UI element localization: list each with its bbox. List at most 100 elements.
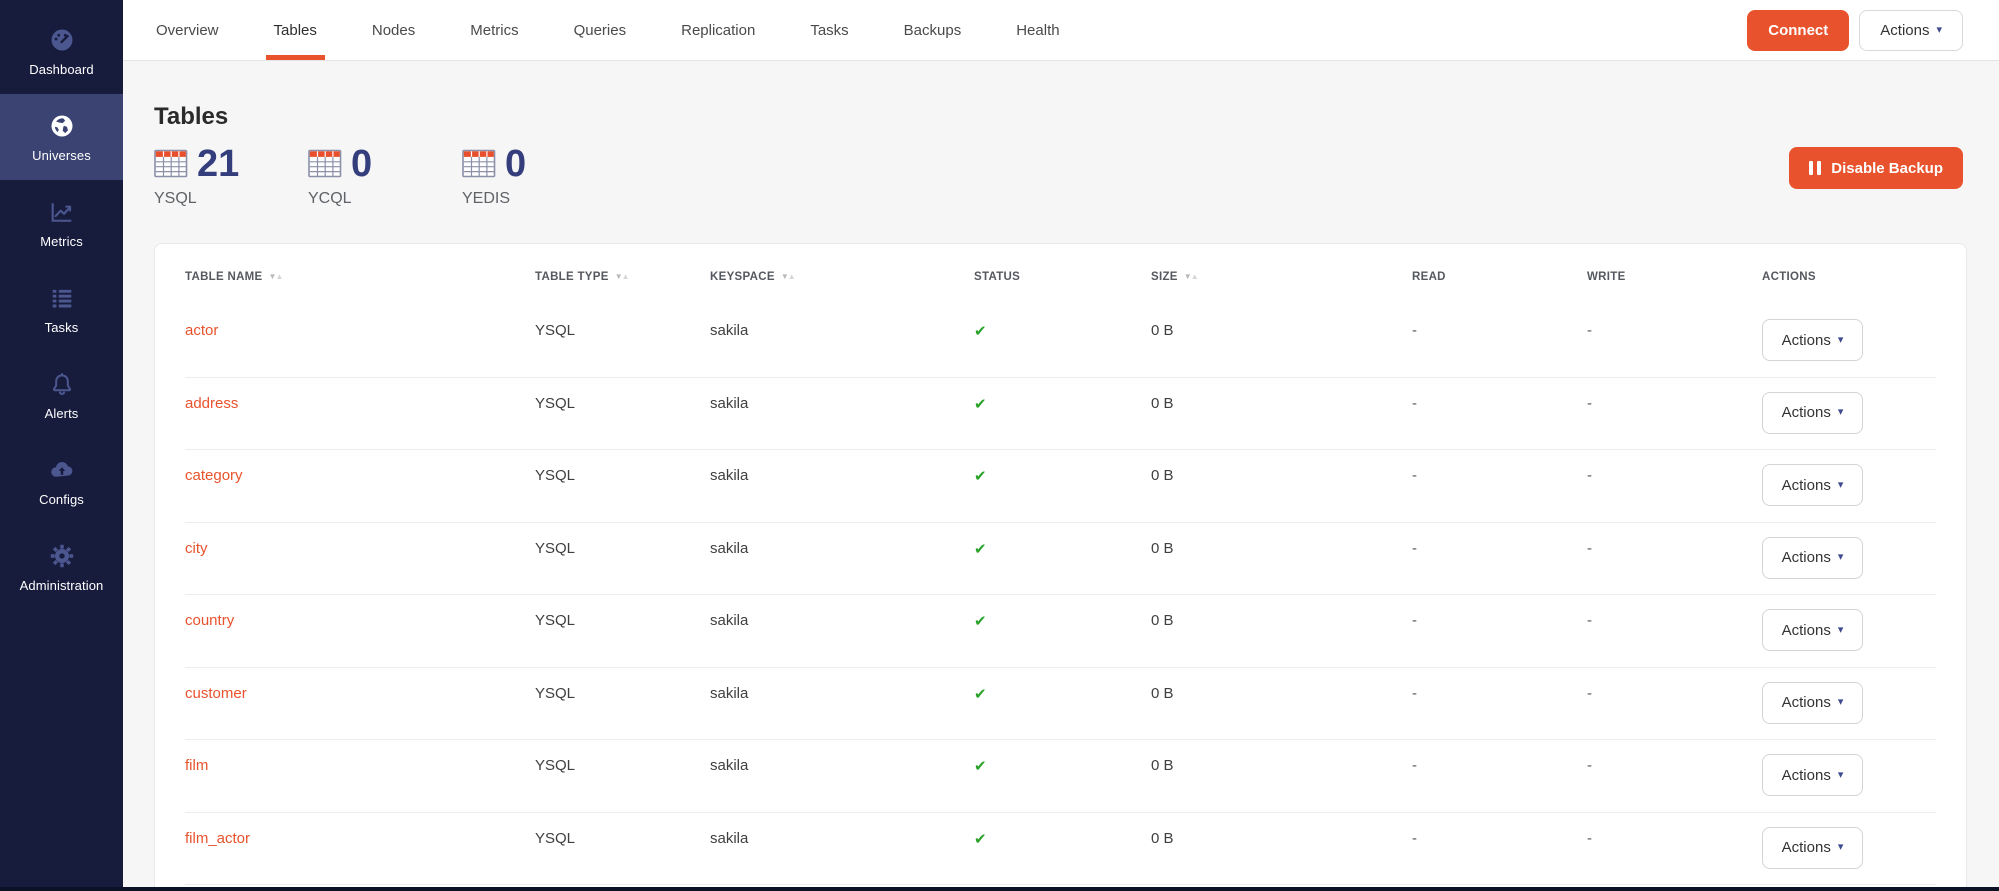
row-actions-button[interactable]: Actions ▾ (1762, 392, 1863, 434)
stat-label: YCQL (308, 190, 416, 208)
table-name-link[interactable]: category (185, 467, 243, 484)
col-header-table-name[interactable]: TABLE NAME▼▲ (185, 244, 535, 305)
stat-count: 21 (197, 145, 239, 183)
caret-down-icon: ▾ (1838, 552, 1844, 563)
status-success-icon: ✔ (974, 468, 987, 485)
keyspace-cell: sakila (710, 450, 974, 522)
tab-metrics[interactable]: Metrics (470, 0, 518, 60)
sidebar-item-label: Universes (32, 148, 91, 163)
page-title: Tables (154, 103, 228, 131)
column-label: KEYSPACE (710, 271, 775, 283)
status-success-icon: ✔ (974, 323, 987, 340)
table-name-link[interactable]: film (185, 757, 208, 774)
status-success-icon: ✔ (974, 541, 987, 558)
tab-backups[interactable]: Backups (904, 0, 962, 60)
sidebar-item-universes[interactable]: Universes (0, 94, 123, 180)
table-name-link[interactable]: customer (185, 685, 247, 702)
sort-arrows-icon: ▼▲ (615, 272, 629, 281)
row-actions-button[interactable]: Actions▾ (1762, 609, 1863, 651)
table-type-cell: YSQL (535, 305, 710, 377)
tab-nodes[interactable]: Nodes (372, 0, 415, 60)
stat-count: 0 (351, 145, 372, 183)
table-header-row: TABLE NAME▼▲ TABLE TYPE▼▲ KEYSPACE▼▲ STA… (185, 244, 1936, 305)
bottom-edge-bar (0, 887, 1999, 891)
table-type-cell: YSQL (535, 740, 710, 812)
table-count-stats: 21 YSQL 0 YCQL 0 (154, 145, 570, 208)
table-row: country YSQL sakila ✔ 0 B - - Actions▾ (185, 595, 1936, 668)
keyspace-cell: sakila (710, 305, 974, 377)
sidebar-item-dashboard[interactable]: Dashboard (0, 8, 123, 94)
table-type-cell: YSQL (535, 450, 710, 522)
column-label: TABLE NAME (185, 271, 263, 283)
tab-label: Queries (574, 22, 627, 39)
table-body: actor YSQL sakila ✔ 0 B - - Actions ▾ add… (185, 305, 1936, 885)
row-actions-button[interactable]: Actions▾ (1762, 827, 1863, 869)
administration-icon (47, 541, 77, 571)
sidebar-item-metrics[interactable]: Metrics (0, 180, 123, 266)
write-cell: - (1587, 450, 1762, 522)
write-cell: - (1587, 378, 1762, 450)
tab-tables[interactable]: Tables (274, 0, 317, 60)
sidebar-item-tasks[interactable]: Tasks (0, 266, 123, 352)
table-name-link[interactable]: film_actor (185, 830, 250, 847)
sort-arrows-icon: ▼▲ (781, 272, 795, 281)
actions-dropdown-button[interactable]: Actions▾ (1859, 10, 1963, 51)
row-actions-button[interactable]: Actions▾ (1762, 682, 1863, 724)
tab-queries[interactable]: Queries (574, 0, 627, 60)
size-cell: 0 B (1151, 450, 1412, 522)
row-actions-label: Actions (1782, 694, 1831, 711)
tab-overview[interactable]: Overview (156, 0, 219, 60)
tab-label: Tables (274, 22, 317, 39)
disable-backup-button[interactable]: Disable Backup (1789, 147, 1963, 189)
table-type-cell: YSQL (535, 595, 710, 667)
tab-label: Metrics (470, 22, 518, 39)
row-actions-label: Actions (1782, 839, 1831, 856)
col-header-keyspace[interactable]: KEYSPACE ▼▲ (710, 244, 974, 305)
table-type-cell: YSQL (535, 813, 710, 885)
sidebar-item-label: Alerts (45, 406, 79, 421)
tab-tasks[interactable]: Tasks (810, 0, 848, 60)
row-actions-button[interactable]: Actions▾ (1762, 319, 1863, 361)
sidebar-item-configs[interactable]: Configs (0, 438, 123, 524)
stat-label: YEDIS (462, 190, 570, 208)
caret-down-icon: ▾ (1838, 770, 1844, 781)
size-cell: 0 B (1151, 378, 1412, 450)
row-actions-label: Actions (1782, 622, 1831, 639)
sidebar-item-label: Tasks (45, 320, 79, 335)
col-header-actions: ACTIONS▼▲ (1762, 244, 1936, 305)
row-actions-label: Actions (1782, 404, 1831, 421)
sidebar-item-administration[interactable]: Administration (0, 524, 123, 610)
table-row: address YSQL sakila ✔ 0 B - - Actions▾ (185, 378, 1936, 451)
write-cell: - (1587, 668, 1762, 740)
size-cell: 0 B (1151, 813, 1412, 885)
size-cell: 0 B (1151, 668, 1412, 740)
alerts-icon (47, 369, 77, 399)
write-cell: - (1587, 595, 1762, 667)
sidebar-item-label: Metrics (40, 234, 83, 249)
table-name-link[interactable]: country (185, 612, 234, 629)
caret-down-icon: ▾ (1838, 407, 1844, 418)
table-name-link[interactable]: city (185, 540, 208, 557)
row-actions-label: Actions (1782, 332, 1831, 349)
connect-button[interactable]: Connect (1747, 10, 1849, 51)
table-name-link[interactable]: actor (185, 322, 218, 339)
tab-health[interactable]: Health (1016, 0, 1059, 60)
row-actions-button[interactable]: Actions▾ (1762, 537, 1863, 579)
sidebar-item-label: Configs (39, 492, 84, 507)
table-name-link[interactable]: address (185, 395, 238, 412)
sidebar-item-alerts[interactable]: Alerts (0, 352, 123, 438)
table-count-stat: 21 YSQL (154, 145, 262, 208)
row-actions-button[interactable]: Actions▾ (1762, 464, 1863, 506)
table-type-cell: YSQL (535, 523, 710, 595)
col-header-size[interactable]: SIZE▼▲ (1151, 244, 1412, 305)
status-success-icon: ✔ (974, 686, 987, 703)
stat-label: YSQL (154, 190, 262, 208)
sort-arrows-icon: ▼▲ (1184, 272, 1198, 281)
tab-replication[interactable]: Replication (681, 0, 755, 60)
configs-icon (47, 455, 77, 485)
table-row: customer YSQL sakila ✔ 0 B - - Actions▾ (185, 668, 1936, 741)
read-cell: - (1412, 668, 1587, 740)
col-header-table-type[interactable]: TABLE TYPE▼▲ (535, 244, 710, 305)
row-actions-button[interactable]: Actions▾ (1762, 754, 1863, 796)
size-cell: 0 B (1151, 523, 1412, 595)
